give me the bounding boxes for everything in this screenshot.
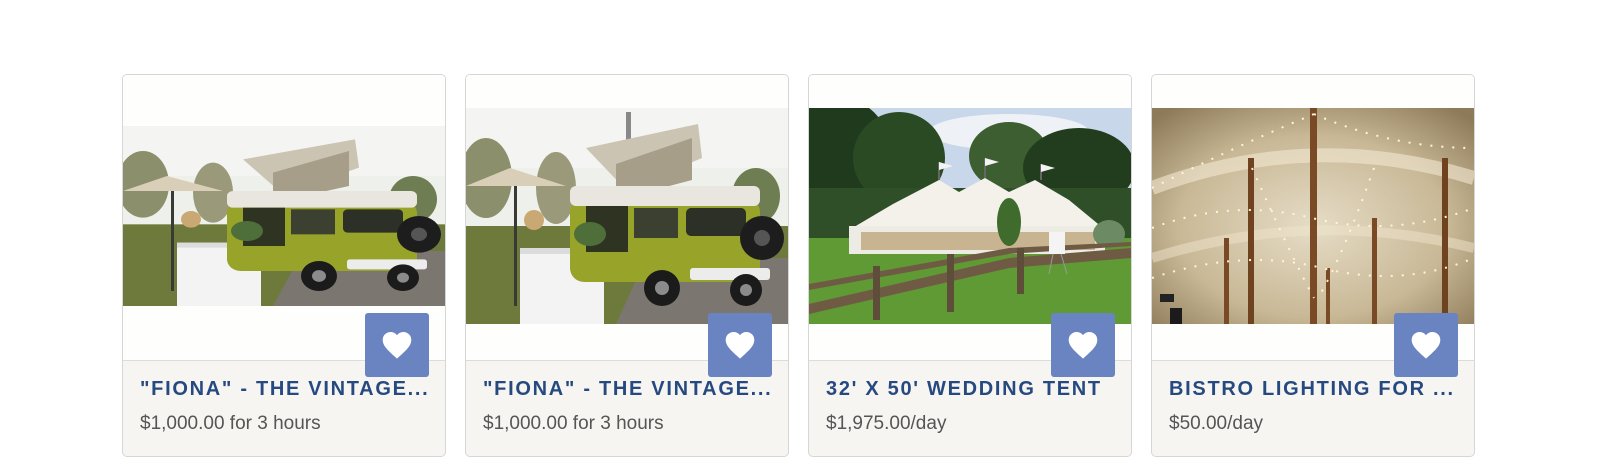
heart-icon (725, 332, 755, 359)
listing-price: $50.00/day (1169, 413, 1264, 434)
bistro-lighting-photo[interactable] (1152, 108, 1474, 324)
heart-icon (382, 332, 412, 359)
van-photo[interactable] (123, 126, 445, 306)
favorite-button[interactable] (1051, 313, 1115, 377)
listing-title[interactable]: "FIONA" - THE VINTAGE... (483, 378, 773, 401)
listing-title[interactable]: 32' X 50' WEDDING TENT (826, 378, 1116, 401)
tent-photo[interactable] (809, 108, 1131, 324)
listing-price: $1,000.00 for 3 hours (140, 413, 321, 434)
heart-icon (1068, 332, 1098, 359)
van-photo[interactable] (466, 108, 788, 324)
heart-icon (1411, 332, 1441, 359)
listing-price: $1,975.00/day (826, 413, 947, 434)
favorite-button[interactable] (708, 313, 772, 377)
favorite-button[interactable] (1394, 313, 1458, 377)
listing-title[interactable]: "FIONA" - THE VINTAGE... (140, 378, 430, 401)
listing-card[interactable]: "FIONA" - THE VINTAGE... $1,000.00 for 3… (465, 74, 789, 457)
listing-card[interactable]: "FIONA" - THE VINTAGE... $1,000.00 for 3… (122, 74, 446, 457)
listing-grid: "FIONA" - THE VINTAGE... $1,000.00 for 3… (122, 74, 1478, 458)
listing-price: $1,000.00 for 3 hours (483, 413, 664, 434)
listing-title[interactable]: BISTRO LIGHTING FOR ... (1169, 378, 1459, 401)
listing-card[interactable]: BISTRO LIGHTING FOR ... $50.00/day (1151, 74, 1475, 457)
listing-card[interactable]: 32' X 50' WEDDING TENT $1,975.00/day (808, 74, 1132, 457)
favorite-button[interactable] (365, 313, 429, 377)
